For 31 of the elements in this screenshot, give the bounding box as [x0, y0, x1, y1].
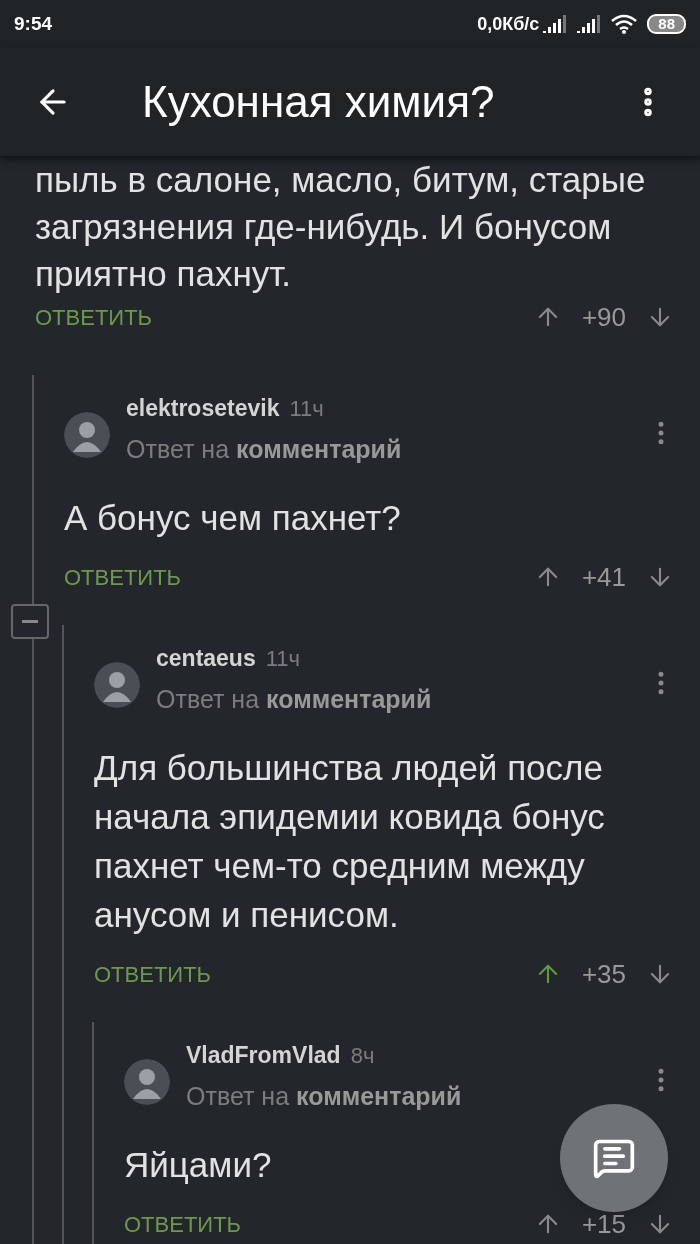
comment-text: Яйцами? — [124, 1144, 272, 1186]
avatar — [64, 412, 110, 458]
score: +35 — [580, 957, 628, 991]
reply-to-text: Ответ на комментарий — [126, 434, 402, 466]
reply-button[interactable]: ОТВЕТИТЬ — [35, 300, 153, 334]
author-name[interactable]: elektrosetevik — [126, 390, 280, 426]
wifi-icon — [611, 14, 638, 34]
comment-time: 8ч — [350, 1041, 375, 1070]
reply-button[interactable]: ОТВЕТИТЬ — [64, 560, 182, 594]
comment-time: 11ч — [289, 394, 324, 423]
battery-indicator: 88 — [647, 14, 686, 34]
author-name[interactable]: VladFromVlad — [186, 1037, 341, 1073]
minus-icon — [22, 620, 38, 623]
score: +90 — [580, 300, 628, 334]
page-title: Кухонная химия? — [142, 76, 496, 128]
collapse-button[interactable] — [11, 604, 49, 639]
reply-button[interactable]: ОТВЕТИТЬ — [124, 1207, 242, 1241]
comment-text: пыль в салоне, масло, битум, старые загрязнения где-нибудь. И бонусом приятно пахнут. — [35, 159, 647, 295]
avatar — [124, 1059, 170, 1105]
reply-to-text: Ответ на комментарий — [156, 684, 432, 716]
author-name[interactable]: centaeus — [156, 640, 256, 676]
avatar — [94, 662, 140, 708]
score: +15 — [580, 1207, 628, 1241]
reply-button[interactable]: ОТВЕТИТЬ — [94, 957, 212, 991]
network-speed: 0,0Кб/с — [477, 12, 540, 36]
score: +41 — [580, 560, 628, 594]
status-time: 9:54 — [14, 11, 53, 36]
comment-text: Для большинства людей после начала эпидемии ковида бонус пахнет чем-то средним между анусом и пенисом. — [94, 747, 606, 936]
reply-to-text: Ответ на комментарий — [186, 1081, 462, 1113]
comment-time: 11ч — [265, 644, 301, 673]
comment-text: А бонус чем пахнет? — [64, 497, 401, 539]
